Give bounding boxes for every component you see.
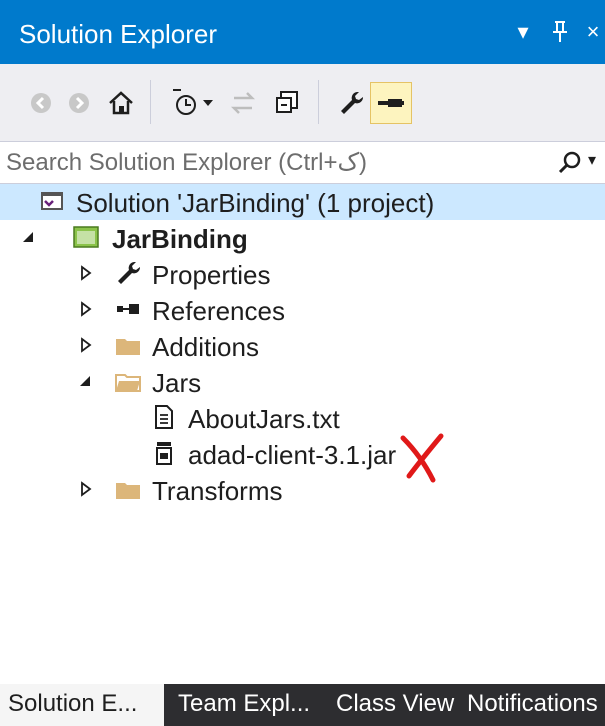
tab-solution-explorer[interactable]: Solution E... bbox=[0, 684, 164, 726]
tree-item-aboutjars-file[interactable]: AboutJars.txt bbox=[0, 400, 605, 436]
collapsed-arrow-icon[interactable] bbox=[77, 336, 95, 354]
search-box[interactable]: Search Solution Explorer (Ctrl+ک) ▾ bbox=[0, 142, 605, 184]
tree-item-jars[interactable]: Jars bbox=[0, 364, 605, 400]
search-icon[interactable] bbox=[555, 148, 585, 178]
toolbar bbox=[0, 64, 605, 142]
tree-item-transforms[interactable]: Transforms bbox=[0, 472, 605, 508]
solution-icon bbox=[38, 187, 66, 215]
forward-icon[interactable] bbox=[58, 82, 100, 124]
tree-item-project[interactable]: JarBinding bbox=[0, 220, 605, 256]
collapsed-arrow-icon[interactable] bbox=[77, 300, 95, 318]
wrench-icon bbox=[114, 259, 142, 287]
search-options-dropdown-icon[interactable]: ▾ bbox=[588, 150, 596, 170]
toolbar-separator bbox=[318, 80, 319, 124]
android-project-icon bbox=[72, 223, 100, 251]
tree-item-solution[interactable]: Solution 'JarBinding' (1 project) bbox=[0, 184, 605, 220]
collapsed-arrow-icon[interactable] bbox=[77, 480, 95, 498]
tab-class-view[interactable]: Class View bbox=[336, 684, 454, 726]
solution-explorer-window: Solution Explorer ▾ × Search Solution Ex… bbox=[0, 0, 605, 726]
collapsed-arrow-icon[interactable] bbox=[77, 264, 95, 282]
collapse-all-icon[interactable] bbox=[266, 82, 308, 124]
open-folder-icon bbox=[114, 367, 142, 395]
properties-wrench-icon[interactable] bbox=[330, 82, 372, 124]
tab-team-explorer[interactable]: Team Expl... bbox=[178, 684, 310, 726]
tree-item-references[interactable]: References bbox=[0, 292, 605, 328]
bottom-tab-bar: Solution E... Team Expl... Class View No… bbox=[0, 684, 605, 726]
folder-icon bbox=[114, 331, 142, 359]
search-input[interactable]: Search Solution Explorer (Ctrl+ک) bbox=[6, 149, 367, 177]
window-menu-dropdown-icon[interactable]: ▾ bbox=[508, 16, 538, 48]
project-label: JarBinding bbox=[112, 224, 248, 254]
expanded-arrow-icon[interactable] bbox=[77, 372, 95, 390]
aboutjars-label: AboutJars.txt bbox=[188, 404, 340, 434]
pending-changes-dropdown-icon[interactable] bbox=[198, 82, 218, 124]
references-icon bbox=[114, 295, 142, 323]
tree-item-jar-file[interactable]: adad-client-3.1.jar bbox=[0, 433, 605, 483]
window-title: Solution Explorer bbox=[19, 19, 217, 49]
additions-label: Additions bbox=[152, 332, 259, 362]
preview-selected-icon[interactable] bbox=[370, 82, 412, 124]
tab-notifications[interactable]: Notifications bbox=[467, 684, 598, 726]
solution-label: Solution 'JarBinding' (1 project) bbox=[76, 188, 435, 218]
expanded-arrow-icon[interactable] bbox=[20, 228, 38, 246]
home-icon[interactable] bbox=[100, 82, 142, 124]
tree-item-properties[interactable]: Properties bbox=[0, 256, 605, 292]
jars-label: Jars bbox=[152, 368, 202, 398]
title-bar: Solution Explorer ▾ × bbox=[0, 0, 605, 64]
jar-file-icon bbox=[150, 439, 178, 467]
properties-label: Properties bbox=[152, 260, 271, 290]
jar-file-label: adad-client-3.1.jar bbox=[188, 440, 397, 470]
toolbar-separator bbox=[150, 80, 151, 124]
folder-icon bbox=[114, 475, 142, 503]
pin-icon[interactable] bbox=[545, 16, 575, 48]
close-icon[interactable]: × bbox=[578, 16, 605, 48]
solution-tree: Solution 'JarBinding' (1 project) JarBin… bbox=[0, 184, 605, 684]
tree-item-additions[interactable]: Additions bbox=[0, 328, 605, 364]
back-icon[interactable] bbox=[20, 82, 62, 124]
sync-icon[interactable] bbox=[222, 82, 264, 124]
transforms-label: Transforms bbox=[152, 476, 283, 506]
text-file-icon bbox=[150, 403, 178, 431]
references-label: References bbox=[152, 296, 285, 326]
